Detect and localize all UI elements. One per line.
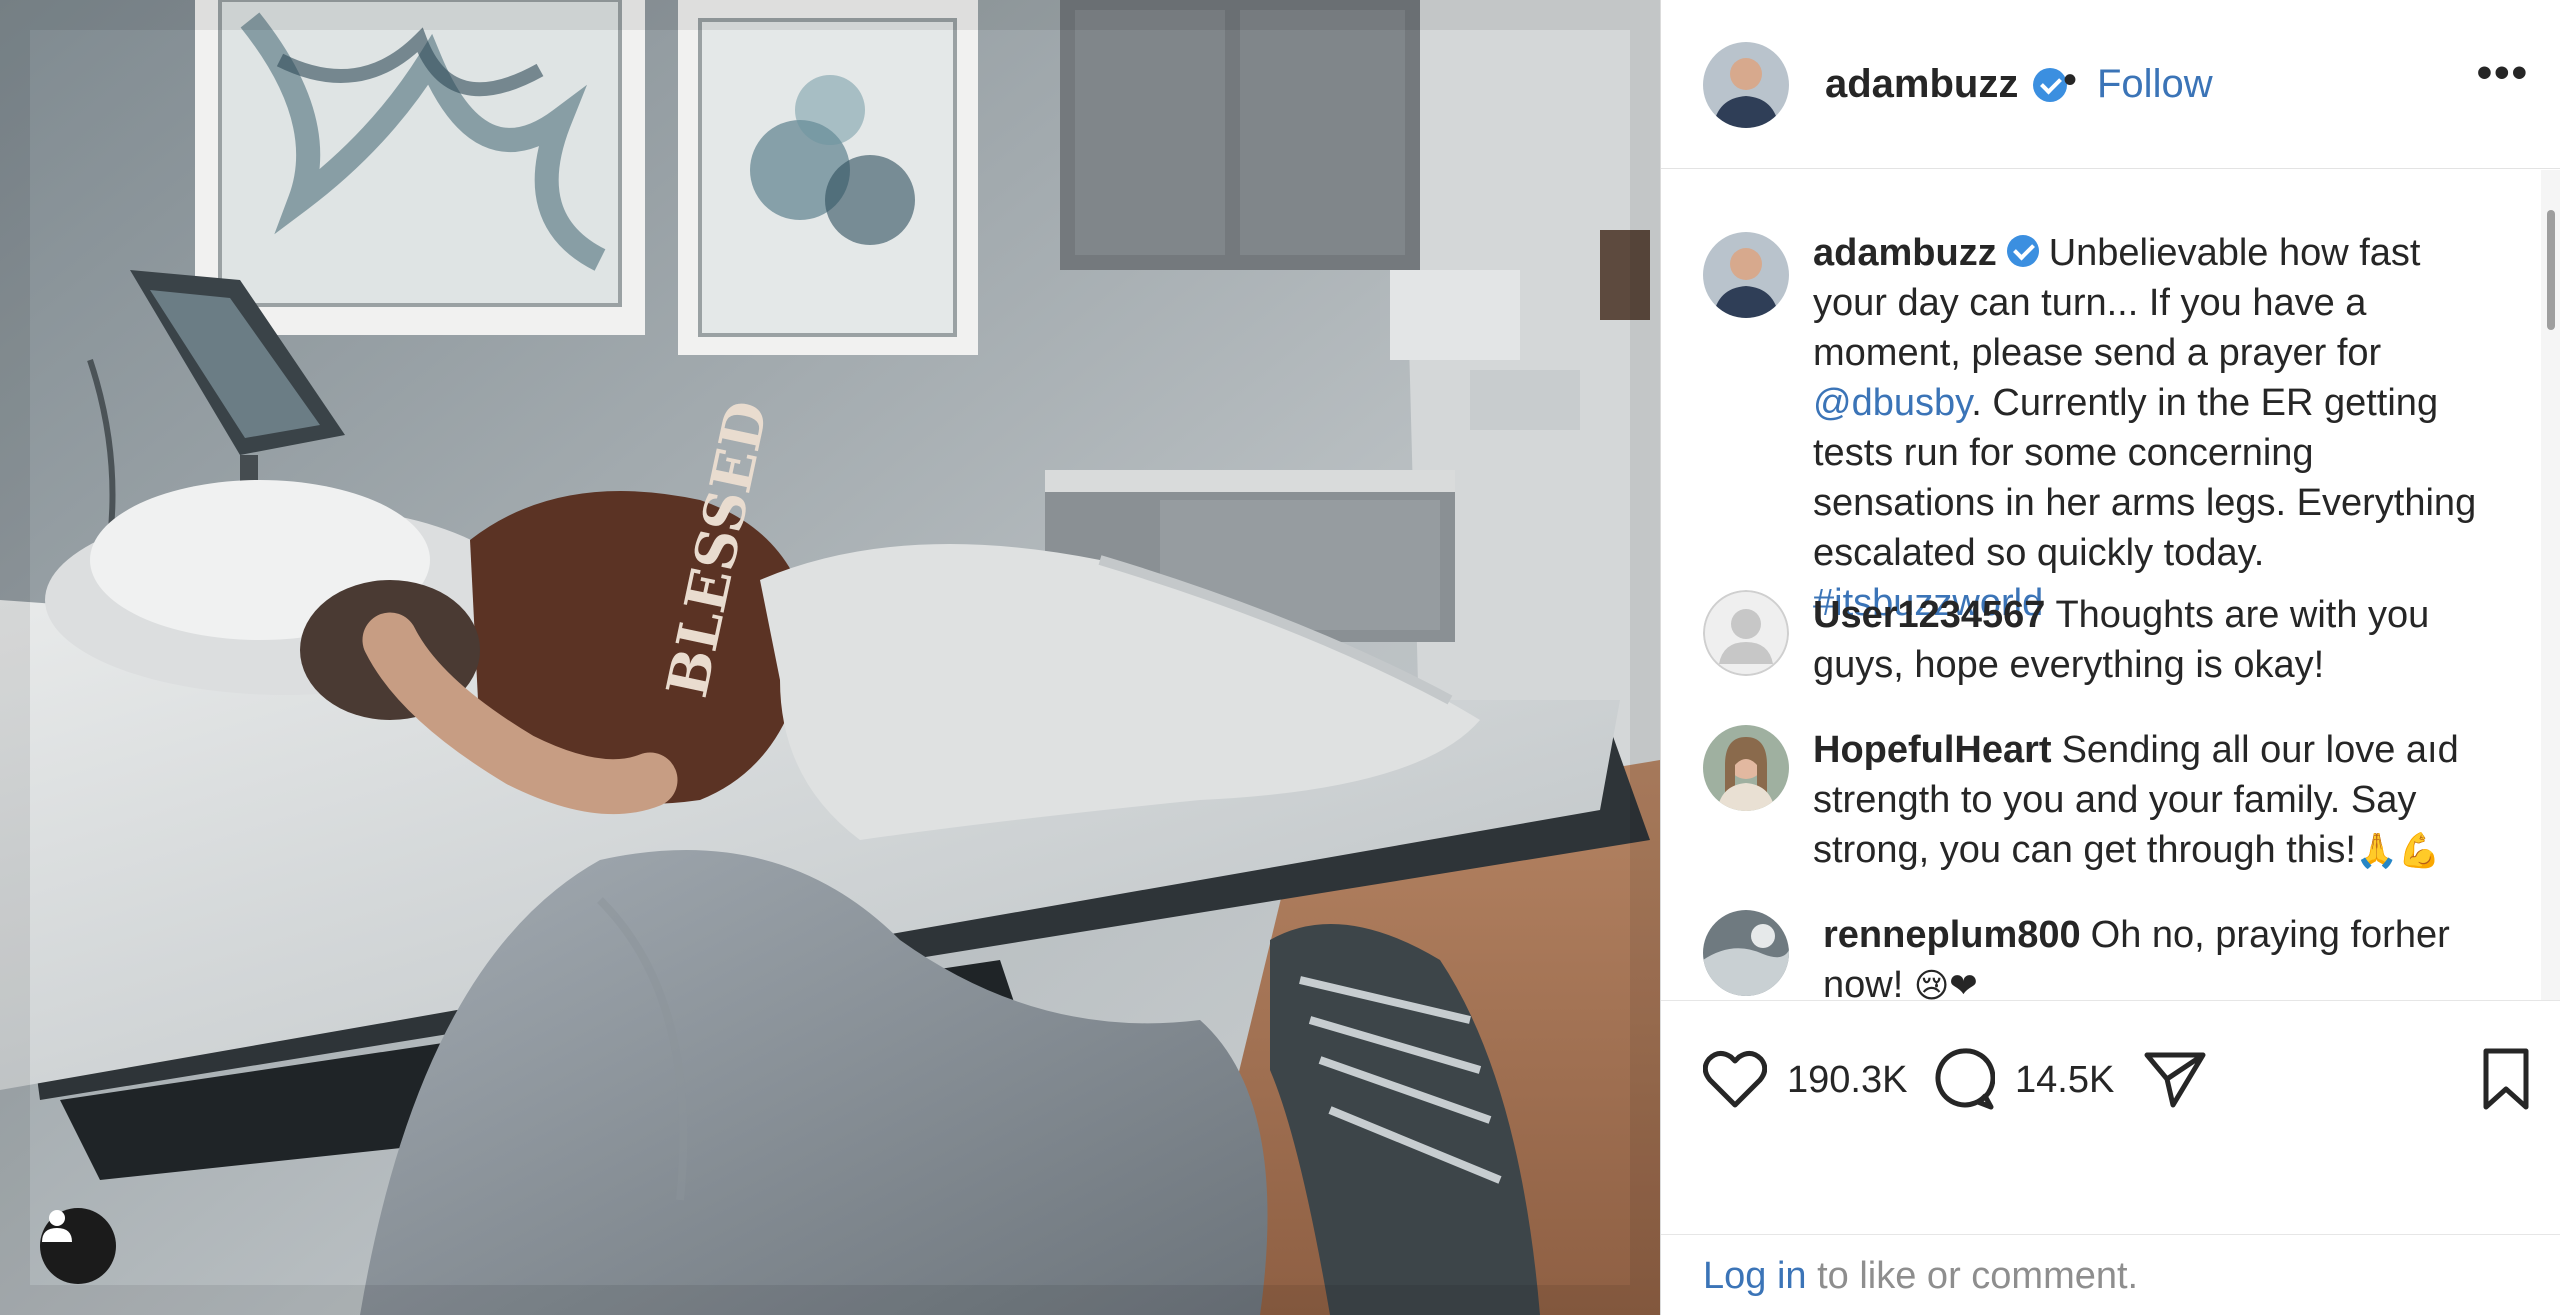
comment-avatar[interactable] <box>1703 910 1789 996</box>
login-text: to like or comment. <box>1817 1255 2139 1297</box>
author-avatar[interactable] <box>1703 42 1789 128</box>
caption-text: adambuzz Unbelievable how fast your day c… <box>1813 228 2503 628</box>
comment-count[interactable]: 14.5K <box>2015 1059 2114 1102</box>
comment-username[interactable]: User1234567 <box>1813 594 2045 636</box>
user-tags-button[interactable] <box>40 1208 116 1284</box>
author-username[interactable]: adambuzz <box>1825 62 2018 107</box>
header-separator: • <box>2063 58 2078 102</box>
comment-avatar[interactable] <box>1703 590 1789 676</box>
verified-badge-icon <box>2033 68 2067 102</box>
verified-badge-icon <box>2006 234 2039 267</box>
comment-emoji: 😢❤ <box>1913 966 1978 1000</box>
post-photo[interactable]: BLESSED <box>0 0 1660 1315</box>
comment-emoji: 🙏💪 <box>2355 831 2441 871</box>
like-count[interactable]: 190.3K <box>1787 1059 1907 1102</box>
login-prompt: Log in to like or comment. <box>1661 1234 2560 1316</box>
scrollbar-thumb[interactable] <box>2547 210 2555 330</box>
comment-text: HopefulHeart Sending all our love aıd str… <box>1813 725 2503 876</box>
bookmark-icon[interactable] <box>2481 1047 2531 1111</box>
post-side-panel: adambuzz • Follow ••• adambuzz Unbelievab… <box>1660 0 2560 1315</box>
post-actions: 190.3K 14.5K <box>1661 1000 2560 1231</box>
comment-text: User1234567 Thoughts are with you guys, h… <box>1813 590 2503 690</box>
comment-bubble-icon[interactable] <box>1931 1047 1995 1111</box>
more-options-icon[interactable]: ••• <box>2477 48 2529 98</box>
caption-author-avatar[interactable] <box>1703 232 1789 318</box>
comment-username[interactable]: HopefulHeart <box>1813 729 2052 771</box>
caption-username[interactable]: adambuzz <box>1813 232 1997 274</box>
comments-list[interactable]: adambuzz Unbelievable how fast your day c… <box>1661 170 2541 1000</box>
follow-button[interactable]: Follow <box>2097 62 2213 107</box>
post-header: adambuzz • Follow ••• <box>1661 0 2560 169</box>
user-tag-icon <box>42 1210 72 1242</box>
mention-link[interactable]: @dbusby <box>1813 382 1971 424</box>
photo-illustration: BLESSED <box>0 0 1660 1315</box>
comment-username[interactable]: renneplum800 <box>1823 914 2081 956</box>
login-link[interactable]: Log in <box>1703 1255 1807 1297</box>
heart-icon[interactable] <box>1703 1049 1767 1109</box>
comment-avatar[interactable] <box>1703 725 1789 811</box>
paper-plane-icon[interactable] <box>2143 1049 2207 1109</box>
comment-text: renneplum800 Oh no, praying forher now! 😢… <box>1823 910 2513 1000</box>
comments-scrollbar[interactable] <box>2541 170 2560 1000</box>
